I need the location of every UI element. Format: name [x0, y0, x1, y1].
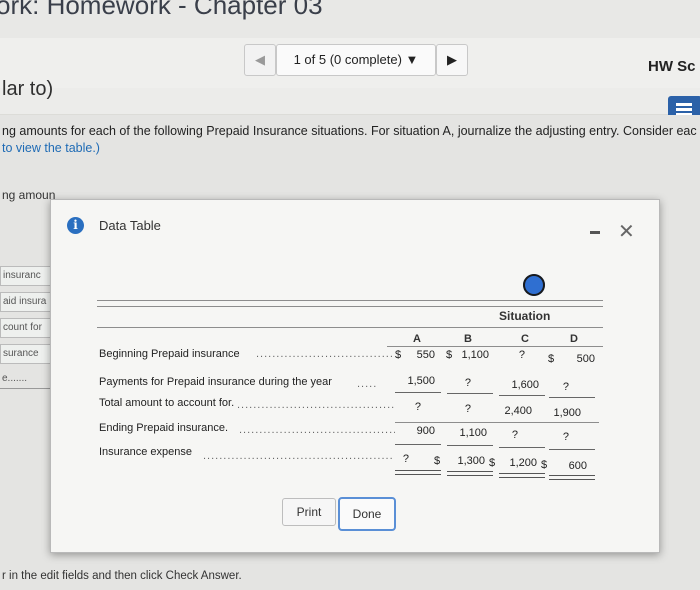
hw-score-label: HW Sc: [648, 58, 696, 75]
subtotal-rule: [499, 447, 545, 448]
double-rule: [395, 470, 441, 475]
cell-a-beginning: 550: [416, 349, 435, 361]
cell-b-expense: 1,300: [457, 455, 485, 467]
total-rule: [395, 422, 599, 423]
subtotal-rule: [549, 397, 595, 398]
question-selector-dropdown[interactable]: 1 of 5 (0 complete) ▼: [276, 44, 436, 76]
double-rule: [447, 471, 493, 476]
leader-dots: ...................................: [256, 348, 394, 360]
cell-a-expense: ?: [402, 453, 409, 465]
subtotal-rule: [395, 392, 441, 393]
subtotal-rule: [549, 449, 595, 450]
cell-c-beginning: ?: [518, 349, 525, 361]
row-label-ending: Ending Prepaid insurance.: [99, 422, 229, 434]
table-top-rule: [97, 306, 603, 307]
row-label-total: Total amount to account for.: [99, 397, 235, 409]
dollar-sign: $: [434, 455, 441, 467]
cell-a-total: ?: [414, 401, 421, 413]
cell-c-total: 2,400: [504, 405, 532, 417]
view-table-link[interactable]: to view the table.): [2, 141, 100, 155]
leader-dots: .......................................: [239, 424, 395, 436]
cell-b-payments: ?: [464, 377, 471, 389]
cell-c-expense: 1,200: [509, 457, 537, 469]
row-label-beginning: Beginning Prepaid insurance: [99, 348, 240, 360]
previous-question-button[interactable]: ◀: [244, 44, 276, 76]
column-header-b: B: [464, 333, 472, 345]
list-menu-icon: [676, 103, 692, 106]
list-menu-icon-bar: [676, 108, 692, 111]
chevron-left-icon: ◀: [255, 52, 265, 67]
minimize-icon[interactable]: [590, 231, 600, 234]
column-header-rule: [387, 346, 603, 347]
cell-d-beginning: 500: [576, 353, 595, 365]
page-title: ork: Homework - Chapter 03: [0, 0, 323, 20]
cell-d-total: 1,900: [553, 407, 581, 419]
cell-b-total: ?: [464, 403, 471, 415]
mouse-cursor-icon: [523, 274, 545, 296]
table-top-rule: [97, 300, 603, 301]
question-instructions: ng amounts for each of the following Pre…: [2, 124, 697, 138]
leader-dots: ........................................: [237, 399, 395, 411]
dialog-header: i Data Table ✕: [51, 200, 659, 246]
cell-d-payments: ?: [562, 381, 569, 393]
column-header-d: D: [570, 333, 578, 345]
info-icon: i: [67, 217, 84, 234]
subtotal-rule: [447, 393, 493, 394]
close-icon[interactable]: ✕: [618, 222, 635, 242]
column-header-c: C: [521, 333, 529, 345]
cell-d-expense: 600: [568, 460, 587, 472]
answer-section-heading: ng amoun: [2, 188, 56, 202]
cell-a-ending: 900: [416, 425, 435, 437]
print-button[interactable]: Print: [282, 498, 336, 526]
cell-d-ending: ?: [562, 431, 569, 443]
row-label-expense: Insurance expense: [99, 446, 192, 458]
double-rule: [549, 475, 595, 480]
next-question-button[interactable]: ▶: [436, 44, 468, 76]
chevron-right-icon: ▶: [447, 52, 457, 67]
column-header-a: A: [413, 333, 421, 345]
dialog-title: Data Table: [99, 218, 161, 233]
done-button[interactable]: Done: [338, 497, 396, 531]
data-table-dialog: i Data Table ✕ Situation A B C D Beginni…: [50, 199, 660, 553]
footer-instruction: r in the edit fields and then click Chec…: [2, 570, 242, 582]
subtotal-rule: [395, 444, 441, 445]
row-label-payments: Payments for Prepaid insurance during th…: [99, 376, 332, 388]
subtotal-rule: [447, 445, 493, 446]
double-rule: [499, 473, 545, 478]
cell-c-ending: ?: [511, 429, 518, 441]
situation-rule: [97, 327, 603, 328]
question-heading: lar to): [2, 78, 54, 100]
question-header-band: [0, 88, 700, 114]
situation-header: Situation: [499, 309, 551, 323]
subtotal-rule: [499, 395, 545, 396]
